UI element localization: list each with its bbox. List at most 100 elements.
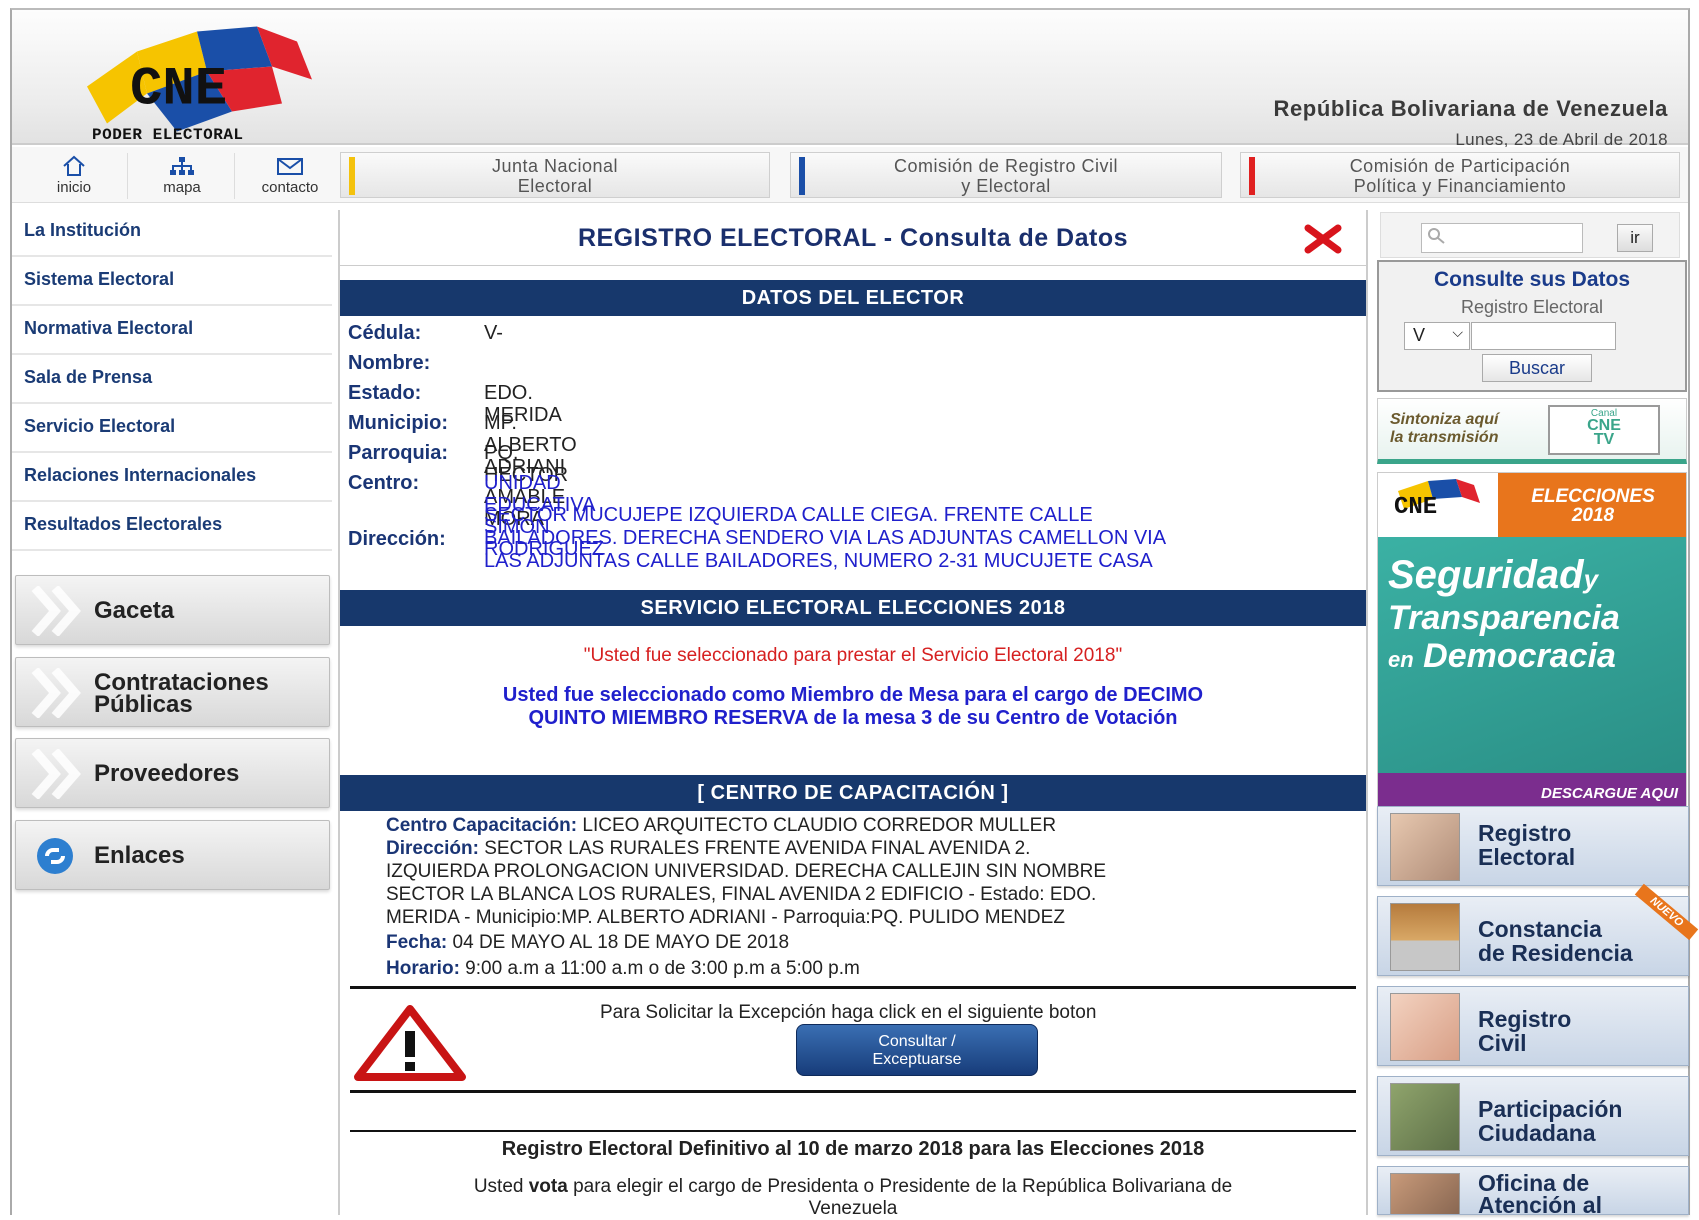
button-line1: Consultar / <box>878 1033 956 1050</box>
buscar-button[interactable]: Buscar <box>1482 354 1592 382</box>
cap-centro-value: LICEO ARQUITECTO CLAUDIO CORREDOR MULLER <box>577 815 1057 836</box>
sitemap-icon <box>170 157 194 175</box>
chevron-right-icon <box>31 668 81 718</box>
gaceta-label: Gaceta <box>94 597 175 624</box>
chevron-down-icon: ⌵ <box>1452 324 1463 340</box>
centro-label: Centro: <box>348 472 420 494</box>
consultar-exceptuarse-button[interactable]: Consultar / Exceptuarse <box>796 1024 1038 1076</box>
direccion-label: Dirección: <box>348 528 446 550</box>
nav-inicio-label: inicio <box>56 179 92 196</box>
tab-comision-registro[interactable]: Comisión de Registro Civil y Electoral <box>790 152 1222 198</box>
cap-centro-label: Centro Capacitación: <box>386 815 578 836</box>
sidebar-item-sala-prensa[interactable]: Sala de Prensa <box>12 355 332 404</box>
canal-tv-banner[interactable]: Sintoniza aquí la transmisión Canal CNE T… <box>1377 398 1687 464</box>
elecciones-badge: ELECCIONES 2018 <box>1498 473 1686 537</box>
cedula-type-select[interactable]: V ⌵ <box>1404 322 1470 350</box>
site-search: ir <box>1380 212 1680 258</box>
search-button[interactable]: ir <box>1617 224 1653 252</box>
top-nav: inicio mapa contacto Junta Nacional Elec… <box>12 147 1688 203</box>
elecciones-2018-banner[interactable]: CNE ELECCIONES 2018 Seguridady Transparen… <box>1377 472 1687 812</box>
sidebar-item-normativa[interactable]: Normativa Electoral <box>12 306 332 355</box>
vota-text: Usted vota para elegir el cargo de Presi… <box>340 1176 1366 1198</box>
tab-color-bar <box>1249 157 1255 195</box>
sidebar-item-resultados[interactable]: Resultados Electorales <box>12 502 332 551</box>
servicio-line1: Usted fue seleccionado como Miembro de M… <box>502 684 1204 706</box>
card-registro-civil[interactable]: Registro Civil <box>1377 986 1689 1066</box>
section-datos-elector: DATOS DEL ELECTOR <box>340 280 1366 316</box>
seg-word-1: Seguridad <box>1388 553 1584 597</box>
sidebar-item-sistema-electoral[interactable]: Sistema Electoral <box>12 257 332 306</box>
nav-inicio[interactable]: inicio <box>24 155 124 196</box>
page-title: REGISTRO ELECTORAL - Consulta de Datos <box>340 210 1366 266</box>
card-line2: de Residencia <box>1478 940 1633 966</box>
cap-horario: Horario: 9:00 a.m a 11:00 a.m o de 3:00 … <box>386 958 860 980</box>
country-name: República Bolivariana de Venezuela <box>1273 96 1668 121</box>
divider <box>350 986 1356 989</box>
card-line1: Registro <box>1478 1006 1572 1032</box>
sidebar-item-servicio-electoral[interactable]: Servicio Electoral <box>12 404 332 453</box>
nav-mapa[interactable]: mapa <box>132 155 232 196</box>
office-photo <box>1390 1173 1460 1214</box>
transparencia-word: Transparencia <box>1388 599 1620 637</box>
sidebar-item-institucion[interactable]: La Institución <box>12 208 332 257</box>
card-line2: Ciudadana <box>1478 1120 1596 1146</box>
card-participacion-ciudadana[interactable]: Participación Ciudadana <box>1377 1076 1689 1156</box>
search-icon <box>1428 228 1445 244</box>
tv-text: Sintoniza aquí la transmisión <box>1390 411 1498 447</box>
select-value: V <box>1413 325 1426 345</box>
tab-line1: Comisión de Registro Civil <box>893 156 1119 176</box>
tab-comision-participacion[interactable]: Comisión de Participación Política y Fin… <box>1240 152 1680 198</box>
vota-line2: Venezuela <box>808 1198 898 1219</box>
registro-definitivo: Registro Electoral Definitivo al 10 de m… <box>501 1138 1205 1160</box>
cap-dir-line4: MERIDA - Municipio:MP. ALBERTO ADRIANI -… <box>386 907 1065 928</box>
tv-tv: TV <box>1593 431 1615 448</box>
tab-junta-nacional[interactable]: Junta Nacional Electoral <box>340 152 770 198</box>
card-constancia-residencia[interactable]: Constancia de Residencia NUEVO <box>1377 883 1699 976</box>
parroquia-label: Parroquia: <box>348 442 449 464</box>
card-line1: Registro <box>1478 820 1572 846</box>
card-oficina-atencion[interactable]: Oficina de Atención al <box>1377 1166 1689 1215</box>
close-icon[interactable] <box>1304 224 1342 254</box>
section-centro-capacitacion: [ CENTRO DE CAPACITACIÓN ] <box>340 775 1366 811</box>
servicio-line2: QUINTO MIEMBRO RESERVA de la mesa 3 de s… <box>528 707 1178 729</box>
divider <box>350 1130 1356 1132</box>
sidebar: La Institución Sistema Electoral Normati… <box>12 208 332 551</box>
chevron-right-icon <box>31 586 81 636</box>
cap-fecha-label: Fecha: <box>386 932 448 953</box>
tab-line2: Electoral <box>517 176 593 196</box>
card-line1: Constancia <box>1478 916 1602 942</box>
gaceta-button[interactable]: Gaceta <box>15 575 330 645</box>
warning-icon <box>354 1005 466 1081</box>
cedula-label: Cédula: <box>348 322 422 344</box>
enlaces-label: Enlaces <box>94 842 185 869</box>
cedula-value: V- <box>484 322 503 344</box>
cedula-input[interactable] <box>1471 322 1616 350</box>
elec-line2: 2018 <box>1571 505 1615 526</box>
divider <box>350 1090 1356 1093</box>
sidebar-item-relaciones[interactable]: Relaciones Internacionales <box>12 453 332 502</box>
estado-label: Estado: <box>348 382 422 404</box>
registro-electoral-photo <box>1390 813 1460 881</box>
home-icon <box>63 155 85 176</box>
contrataciones-button[interactable]: Contrataciones Públicas <box>15 657 330 727</box>
card-registro-electoral[interactable]: Registro Electoral <box>1377 806 1689 886</box>
tv-line1: Sintoniza aquí <box>1390 411 1499 428</box>
enlaces-button[interactable]: Enlaces <box>15 820 330 890</box>
cap-horario-value: 9:00 a.m a 11:00 a.m o de 3:00 p.m a 5:0… <box>459 958 860 979</box>
consult-subtitle: Registro Electoral <box>1460 297 1604 317</box>
tab-line1: Junta Nacional <box>491 156 619 176</box>
cap-dir-line2: IZQUIERDA PROLONGACION UNIVERSIDAD. DERE… <box>386 861 1107 882</box>
link-icon <box>37 838 73 874</box>
proveedores-button[interactable]: Proveedores <box>15 738 330 808</box>
elec-line1: ELECCIONES <box>1531 486 1655 507</box>
seguridad-word: Seguridady <box>1388 553 1598 598</box>
button-line2: Exceptuarse <box>872 1051 962 1068</box>
baby-feet-photo <box>1390 993 1460 1061</box>
cap-horario-label: Horario: <box>386 958 460 979</box>
logo-text: CNE <box>130 60 227 121</box>
nav-contacto[interactable]: contacto <box>240 155 340 196</box>
seg-word-3: Democracia <box>1423 637 1616 675</box>
tab-color-bar <box>799 157 805 195</box>
search-input[interactable] <box>1421 223 1583 253</box>
banner-logo-bg: CNE <box>1378 473 1498 537</box>
